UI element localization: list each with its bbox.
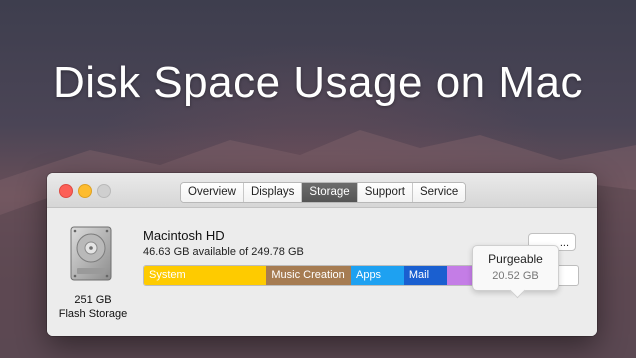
storage-segment-music-creation[interactable]: Music Creation — [266, 266, 351, 285]
storage-panel: 251 GB Flash Storage Macintosh HD 46.63 … — [47, 208, 597, 336]
disk-capacity: 251 GB Flash Storage — [53, 293, 133, 321]
tab-bar: Overview Displays Storage Support Servic… — [180, 182, 467, 203]
storage-segment-system[interactable]: System — [144, 266, 267, 285]
tooltip-arrow — [509, 282, 526, 299]
headline: Disk Space Usage on Mac — [53, 58, 583, 107]
storage-segment-mail[interactable]: Mail — [403, 266, 448, 285]
about-this-mac-window: Overview Displays Storage Support Servic… — [47, 173, 597, 336]
zoom-button[interactable] — [97, 184, 111, 198]
disk-name: Macintosh HD — [143, 228, 225, 243]
disk-capacity-type: Flash Storage — [58, 308, 128, 320]
minimize-button[interactable] — [78, 184, 92, 198]
tooltip-value: 20.52 GB — [492, 270, 539, 282]
tab-support[interactable]: Support — [357, 183, 413, 202]
purgeable-tooltip: Purgeable 20.52 GB — [472, 245, 559, 299]
close-button[interactable] — [59, 184, 73, 198]
tab-service[interactable]: Service — [412, 183, 466, 202]
disk-capacity-size: 251 GB — [74, 294, 112, 306]
title-bar: Overview Displays Storage Support Servic… — [47, 173, 597, 208]
tab-storage[interactable]: Storage — [302, 183, 358, 202]
tab-overview[interactable]: Overview — [181, 183, 244, 202]
storage-segment-apps[interactable]: Apps — [350, 266, 404, 285]
hard-drive-icon — [70, 226, 112, 281]
tooltip-title: Purgeable — [488, 252, 543, 266]
tab-displays[interactable]: Displays — [243, 183, 303, 202]
disk-available: 46.63 GB available of 249.78 GB — [143, 246, 304, 258]
